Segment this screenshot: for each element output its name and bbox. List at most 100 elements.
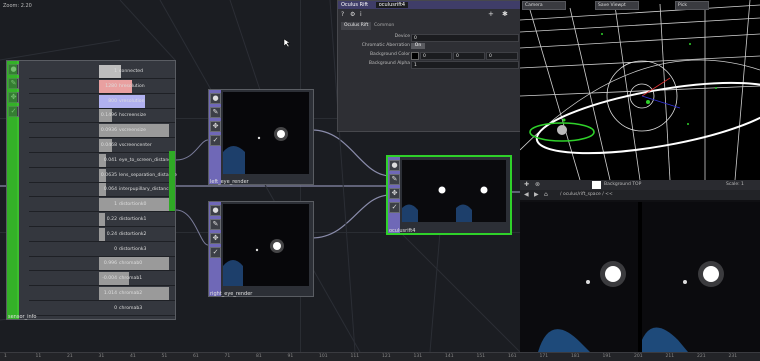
stereo-output-image xyxy=(520,202,760,352)
color-b-field[interactable]: 0 xyxy=(486,52,518,60)
row-name: distortionk3 xyxy=(119,246,147,252)
sensor-row: 0.0936 vscreensize xyxy=(29,124,175,139)
scale-label: Scale: 1 xyxy=(726,182,744,187)
node-viewer-icon[interactable]: ✎ xyxy=(210,107,221,118)
row-value: 0.996 xyxy=(103,261,117,267)
color-swatch[interactable] xyxy=(411,52,419,60)
panel-close-icon[interactable]: ⊗ xyxy=(535,180,540,190)
row-value: 0.0936 xyxy=(100,128,117,134)
oculus-rift-node[interactable]: ● ✎ ✥ ✓ oculusrift4 xyxy=(386,155,512,235)
parameter-header: Oculus Rift oculusrift4 xyxy=(338,1,521,9)
home-icon[interactable]: ⌂ xyxy=(544,190,548,200)
row-value: 0.22 xyxy=(106,217,117,222)
row-value: 800 xyxy=(108,98,117,104)
node-flag-icon[interactable]: ● xyxy=(210,93,221,104)
sensor-row: 0.996 chromab0 xyxy=(29,257,175,272)
sensor-row: 1.014 chromab2 xyxy=(29,287,175,301)
node-lock-icon[interactable]: ✓ xyxy=(210,135,221,146)
node-lock-icon[interactable]: ✓ xyxy=(210,247,221,258)
alpha-field[interactable]: 1 xyxy=(411,61,519,69)
row-name: vscreensize xyxy=(119,128,146,134)
row-name: distortionk2 xyxy=(119,231,147,237)
color-r-field[interactable]: 0 xyxy=(420,52,452,60)
node-lock-icon[interactable]: ✓ xyxy=(389,202,400,213)
panel-split-icon[interactable]: ✚ xyxy=(524,180,529,190)
mouse-cursor-icon xyxy=(283,38,291,48)
alpha-value: 1 xyxy=(414,63,417,68)
row-name: interpupillary_distance xyxy=(119,187,172,193)
row-value: 0.064 xyxy=(103,187,117,193)
sensor-row: 0.0468 vscreencenter xyxy=(29,139,175,153)
node-bypass-icon[interactable]: ✥ xyxy=(389,188,400,199)
row-value: 0 xyxy=(114,305,117,311)
viewpoint-dropdown[interactable]: Save Viewpt xyxy=(595,1,639,10)
zoom-label: Zoom: 2.20 xyxy=(3,3,32,9)
node-bypass-icon[interactable]: ✥ xyxy=(210,233,221,244)
camera-dropdown[interactable]: Camera xyxy=(522,1,566,10)
sensor-row: 0.24 distortionk2 xyxy=(29,227,175,242)
color-r-value: 0 xyxy=(423,54,426,59)
row-name: eye_to_screen_distance xyxy=(119,157,174,163)
node-toolbar: ● ✎ ✥ ✓ xyxy=(209,90,221,184)
node-title[interactable]: left_eye_render xyxy=(210,179,249,185)
geometry-viewer[interactable]: Camera Save Viewpt Pick xyxy=(520,0,760,180)
sensor-row: 0.22 distortionk1 xyxy=(29,213,175,227)
node-bypass-icon[interactable]: ✥ xyxy=(210,121,221,132)
row-value: 1 xyxy=(114,202,117,208)
plus-icon[interactable]: + xyxy=(488,10,494,18)
param-chromatic-aberration: Chromatic Aberration On xyxy=(338,42,521,50)
settings-icon[interactable]: ✱ xyxy=(502,10,508,18)
row-value: -0.004 xyxy=(102,276,117,282)
parameter-window[interactable]: Oculus Rift oculusrift4 ? ⚙ i + ✱ Oculus… xyxy=(337,0,522,132)
node-title[interactable]: sensor_info xyxy=(8,314,36,320)
help-icon[interactable]: ? xyxy=(341,11,344,18)
row-name: hresolution xyxy=(119,83,145,89)
op-name-field[interactable]: oculusrift4 xyxy=(375,2,409,8)
param-label: Background Color xyxy=(369,52,410,57)
sensor-row: 0.0635 lens_separation_distance xyxy=(29,168,177,183)
node-title[interactable]: right_eye_render xyxy=(210,291,252,297)
device-value: 0 xyxy=(414,36,417,41)
viewer-display-icon[interactable] xyxy=(592,181,601,189)
row-value: 0.1496 xyxy=(100,113,117,119)
sensor-info-node[interactable]: ● ✎ ✥ ✓ 1connected1280hresolution800vres… xyxy=(6,60,177,320)
pick-dropdown[interactable]: Pick xyxy=(675,1,709,10)
output-connector[interactable] xyxy=(169,151,175,211)
viewer-toolbar: Camera Save Viewpt Pick xyxy=(520,0,760,10)
right-eye-render-node[interactable]: ● ✎ ✥ ✓ right_eye_render xyxy=(208,201,314,297)
param-background-alpha: Background Alpha 1 xyxy=(338,60,521,69)
row-name: hscreensize xyxy=(119,113,147,119)
tab-common[interactable]: Common xyxy=(374,22,394,30)
viewport-3d[interactable] xyxy=(520,0,760,180)
info-icon[interactable]: i xyxy=(360,11,362,18)
left-eye-render-node[interactable]: ● ✎ ✥ ✓ left_eye_render xyxy=(208,89,314,185)
param-device: Device 0 xyxy=(338,33,521,42)
node-flag-icon[interactable]: ● xyxy=(389,160,400,171)
back-icon[interactable]: ◀ xyxy=(524,190,529,200)
render-preview xyxy=(223,92,309,174)
forward-icon[interactable]: ▶ xyxy=(534,190,539,200)
node-title[interactable]: oculusrift4 xyxy=(389,228,415,234)
node-viewer-icon[interactable]: ✎ xyxy=(210,219,221,230)
network-path[interactable]: / oculus/rift_space / << xyxy=(560,190,613,200)
python-icon[interactable]: ⚙ xyxy=(350,11,355,18)
texture-viewer[interactable]: ✚ ⊗ Background TOP Scale: 1 ◀ ▶ ⌂ / ocul… xyxy=(520,180,760,352)
parameter-tabs: Oculus Rift Common xyxy=(338,22,521,30)
node-toolbar: ● ✎ ✥ ✓ xyxy=(209,202,221,296)
stereo-scene-image xyxy=(402,160,506,222)
sensor-row: 800 vresolution xyxy=(29,94,175,109)
space-scene-image xyxy=(223,204,309,286)
row-name: connected xyxy=(119,69,144,74)
param-label: Device xyxy=(394,34,410,39)
chromatic-toggle[interactable]: On xyxy=(411,43,425,49)
color-g-field[interactable]: 0 xyxy=(453,52,485,60)
node-viewer-icon[interactable]: ✎ xyxy=(389,174,400,185)
row-name: vresolution xyxy=(119,98,145,104)
node-flag-icon[interactable]: ● xyxy=(210,205,221,216)
param-label: Background Alpha xyxy=(368,61,410,66)
row-name: chromab1 xyxy=(119,276,143,282)
tab-oculus-rift[interactable]: Oculus Rift xyxy=(341,22,372,30)
row-value: 1 xyxy=(114,69,117,74)
device-field[interactable]: 0 xyxy=(411,34,519,42)
row-name: chromab3 xyxy=(119,305,143,311)
